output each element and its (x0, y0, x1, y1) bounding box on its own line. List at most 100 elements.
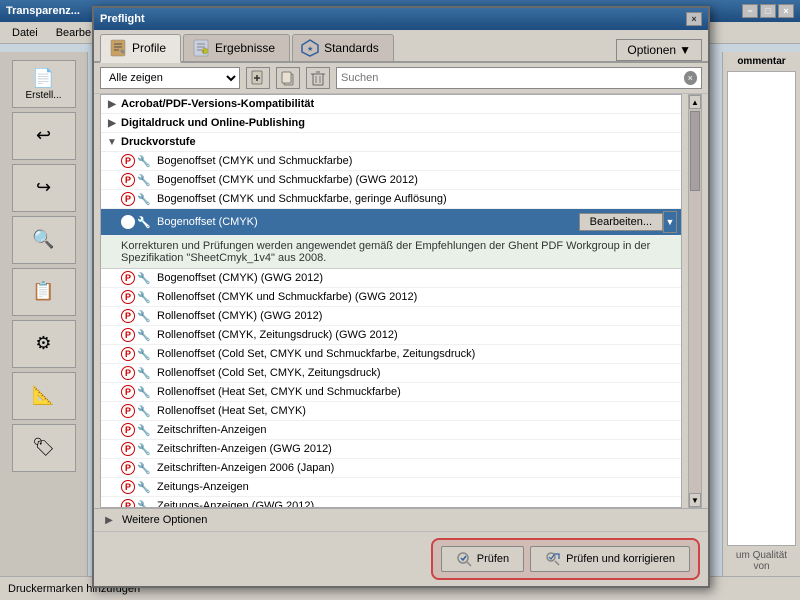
item-label: Rollenoffset (CMYK, Zeitungsdruck) (GWG … (157, 329, 398, 341)
item-label: Rollenoffset (Cold Set, CMYK, Zeitungsdr… (157, 367, 381, 379)
item-label: Zeitungs-Anzeigen (GWG 2012) (157, 500, 314, 508)
tool-icon-1: ↩ (36, 125, 51, 146)
tool-icon-5: ⚙ (35, 333, 51, 354)
tool-btn-3[interactable]: 🔍 (12, 216, 76, 264)
delete-btn[interactable] (306, 67, 330, 89)
tab-standards[interactable]: ★ Standards (292, 34, 394, 61)
close-btn[interactable]: × (778, 4, 794, 18)
list-item[interactable]: P 🔧 Rollenoffset (Heat Set, CMYK) (101, 402, 681, 421)
options-button[interactable]: Optionen ▼ (616, 39, 702, 61)
item-icons: P 🔧 (121, 385, 151, 399)
scroll-track[interactable] (689, 109, 701, 493)
svg-text:!: ! (203, 50, 204, 56)
weitere-optionen-row[interactable]: ▶ Weitere Optionen (94, 509, 708, 532)
dialog-titlebar-buttons: × (686, 12, 702, 26)
tab-profile[interactable]: Profile (100, 34, 181, 63)
search-clear-btn[interactable]: × (684, 71, 697, 85)
list-item[interactable]: P 🔧 Zeitungs-Anzeigen (GWG 2012) (101, 497, 681, 508)
list-item[interactable]: P 🔧 Zeitschriften-Anzeigen (101, 421, 681, 440)
profile-circle-icon: P (121, 271, 135, 285)
tool-btn-6[interactable]: 📐 (12, 372, 76, 420)
profile-circle-icon: P (121, 385, 135, 399)
tab-ergebnisse[interactable]: ! Ergebnisse (183, 34, 290, 61)
profile-circle-icon: P (121, 404, 135, 418)
search-input[interactable] (341, 72, 684, 84)
druckvorstufe-arrow-icon: ▼ (105, 135, 119, 149)
item-label: Rollenoffset (CMYK) (GWG 2012) (157, 310, 322, 322)
category-acrobat[interactable]: ▶ Acrobat/PDF-Versions-Kompatibilität (101, 95, 681, 114)
list-item[interactable]: P 🔧 Bogenoffset (CMYK und Schmuckfarbe) (101, 152, 681, 171)
list-item[interactable]: P 🔧 Rollenoffset (Cold Set, CMYK, Zeitun… (101, 364, 681, 383)
category-acrobat-label: Acrobat/PDF-Versions-Kompatibilität (121, 98, 314, 110)
list-item[interactable]: P 🔧 Bogenoffset (CMYK) (GWG 2012) (101, 269, 681, 288)
dialog-close-btn[interactable]: × (686, 12, 702, 26)
tool-btn-5[interactable]: ⚙ (12, 320, 76, 368)
standards-tab-icon: ★ (301, 39, 319, 57)
scroll-thumb[interactable] (690, 111, 700, 191)
item-icons: P 🔧 (121, 480, 151, 494)
wrench-icon: 🔧 (137, 442, 151, 456)
tool-icon-2: ↪ (36, 177, 51, 198)
filter-select[interactable]: Alle zeigen (100, 67, 240, 89)
list-item[interactable]: P 🔧 Bogenoffset (CMYK und Schmuckfarbe, … (101, 190, 681, 209)
pruefen-button[interactable]: Prüfen (441, 546, 524, 572)
wrench-icon: 🔧 (137, 347, 151, 361)
tool-btn-2[interactable]: ↪ (12, 164, 76, 212)
profile-circle-icon: P (121, 192, 135, 206)
profile-circle-icon: P (121, 154, 135, 168)
list-content: ▶ Acrobat/PDF-Versions-Kompatibilität ▶ … (100, 94, 682, 508)
profile-circle-icon: P (121, 347, 135, 361)
scroll-up-btn[interactable]: ▲ (689, 95, 701, 109)
new-profile-btn[interactable] (246, 67, 270, 89)
wrench-icon: 🔧 (137, 385, 151, 399)
list-item[interactable]: P 🔧 Rollenoffset (Heat Set, CMYK und Sch… (101, 383, 681, 402)
category-digitaldruck[interactable]: ▶ Digitaldruck und Online-Publishing (101, 114, 681, 133)
wrench-icon: 🔧 (137, 309, 151, 323)
pruefen-korrigieren-button[interactable]: Prüfen und korrigieren (530, 546, 690, 572)
profile-circle-icon: P (121, 328, 135, 342)
scroll-down-btn[interactable]: ▼ (689, 493, 701, 507)
preflight-dialog: Preflight × Profile (92, 6, 710, 588)
tool-btn-7[interactable]: 🏷 (12, 424, 76, 472)
item-icons: P 🔧 (121, 366, 151, 380)
list-item[interactable]: P 🔧 Rollenoffset (CMYK, Zeitungsdruck) (… (101, 326, 681, 345)
selected-item-info: Korrekturen und Prüfungen werden angewen… (101, 236, 681, 269)
bearbeiten-arrow-btn[interactable]: ▼ (663, 211, 677, 233)
list-item[interactable]: P 🔧 Rollenoffset (CMYK) (GWG 2012) (101, 307, 681, 326)
menu-datei[interactable]: Datei (4, 25, 46, 41)
category-druckvorstufe[interactable]: ▼ Druckvorstufe (101, 133, 681, 152)
right-panel-content (727, 71, 796, 546)
list-item[interactable]: P 🔧 Zeitungs-Anzeigen (101, 478, 681, 497)
list-item[interactable]: P 🔧 Zeitschriften-Anzeigen 2006 (Japan) (101, 459, 681, 478)
erstell-btn[interactable]: 📄 Erstell... (12, 60, 76, 108)
list-item[interactable]: P 🔧 Rollenoffset (Cold Set, CMYK und Sch… (101, 345, 681, 364)
tool-icon-4: 📋 (32, 281, 54, 302)
wrench-icon: 🔧 (137, 271, 151, 285)
bearbeiten-button[interactable]: Bearbeiten... (579, 213, 663, 231)
pruefen-icon (456, 551, 472, 567)
selected-item-label: Bogenoffset (CMYK) (157, 216, 258, 228)
right-panel: ommentar um Qualität von (722, 52, 800, 576)
tool-btn-1[interactable]: ↩ (12, 112, 76, 160)
item-icons: P 🔧 (121, 309, 151, 323)
minimize-btn[interactable]: − (742, 4, 758, 18)
tool-icon-3: 🔍 (32, 229, 54, 250)
erstell-label: Erstell... (25, 90, 61, 101)
list-item[interactable]: P 🔧 Rollenoffset (CMYK und Schmuckfarbe)… (101, 288, 681, 307)
list-item[interactable]: P 🔧 Bogenoffset (CMYK und Schmuckfarbe) … (101, 171, 681, 190)
item-icons: P 🔧 (121, 442, 151, 456)
selected-list-item[interactable]: P 🔧 Bogenoffset (CMYK) Bearbeiten... ▼ (101, 209, 681, 236)
pruefen-korrigieren-icon (545, 551, 561, 567)
pruefen-label: Prüfen (477, 553, 509, 565)
tool-btn-4[interactable]: 📋 (12, 268, 76, 316)
profile-circle-icon: P (121, 442, 135, 456)
tool-icon-7: 🏷 (32, 437, 55, 458)
list-item[interactable]: P 🔧 Zeitschriften-Anzeigen (GWG 2012) (101, 440, 681, 459)
tab-standards-label: Standards (324, 41, 379, 55)
item-label: Rollenoffset (Cold Set, CMYK und Schmuck… (157, 348, 475, 360)
duplicate-btn[interactable] (276, 67, 300, 89)
profile-circle-icon: P (121, 499, 135, 508)
maximize-btn[interactable]: □ (760, 4, 776, 18)
wrench-icon: 🔧 (137, 328, 151, 342)
wrench-icon: 🔧 (137, 461, 151, 475)
